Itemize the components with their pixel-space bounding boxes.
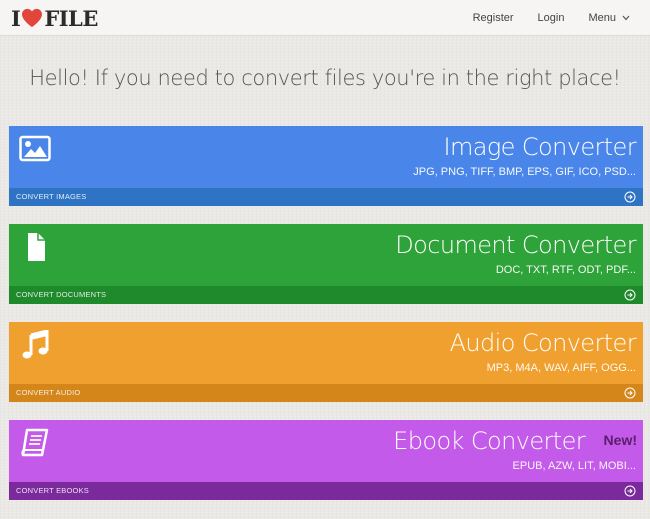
card-footer[interactable]: CONVERT IMAGES — [9, 188, 643, 206]
card-formats: JPG, PNG, TIFF, BMP, EPS, GIF, ICO, PSD.… — [413, 166, 636, 178]
card-title: Audio Converter — [449, 329, 637, 357]
card-main[interactable]: Document Converter DOC, TXT, RTF, ODT, P… — [9, 224, 643, 286]
card-formats: DOC, TXT, RTF, ODT, PDF... — [495, 264, 636, 276]
document-icon — [28, 233, 45, 261]
card-footer-label: CONVERT DOCUMENTS — [16, 290, 107, 299]
card-formats: EPUB, AZW, LIT, MOBI... — [512, 460, 636, 472]
document-converter-card[interactable]: Document Converter DOC, TXT, RTF, ODT, P… — [9, 224, 643, 304]
image-icon — [19, 135, 51, 162]
heart-icon — [22, 8, 43, 28]
card-footer-label: CONVERT IMAGES — [16, 192, 87, 201]
top-nav: Register Login Menu — [473, 12, 630, 24]
logo-suffix: FILE — [44, 5, 98, 31]
card-main[interactable]: Audio Converter MP3, M4A, WAV, AIFF, OGG… — [9, 322, 643, 384]
chevron-down-icon — [622, 15, 630, 21]
card-title: Ebook Converter — [393, 427, 585, 455]
new-badge: New! — [603, 432, 637, 448]
book-icon — [21, 428, 49, 457]
card-footer[interactable]: CONVERT EBOOKS — [9, 482, 643, 500]
site-logo[interactable]: I FILE — [11, 5, 98, 31]
image-converter-card[interactable]: Image Converter JPG, PNG, TIFF, BMP, EPS… — [9, 126, 643, 206]
card-footer[interactable]: CONVERT DOCUMENTS — [9, 286, 643, 304]
card-main[interactable]: Ebook Converter New! EPUB, AZW, LIT, MOB… — [9, 420, 643, 482]
arrow-right-circle-icon[interactable] — [624, 485, 636, 497]
logo-prefix: I — [11, 5, 21, 31]
page-headline: Hello! If you need to convert files you'… — [29, 66, 621, 90]
audio-converter-card[interactable]: Audio Converter MP3, M4A, WAV, AIFF, OGG… — [9, 322, 643, 402]
music-note-icon — [22, 330, 49, 359]
card-title: Document Converter — [395, 231, 636, 259]
card-main[interactable]: Image Converter JPG, PNG, TIFF, BMP, EPS… — [9, 126, 643, 188]
ebook-converter-card[interactable]: Ebook Converter New! EPUB, AZW, LIT, MOB… — [9, 420, 643, 500]
arrow-right-circle-icon[interactable] — [624, 387, 636, 399]
menu-label: Menu — [588, 12, 616, 24]
register-link[interactable]: Register — [473, 12, 514, 24]
top-bar: I FILE Register Login Menu — [0, 0, 650, 36]
card-footer[interactable]: CONVERT AUDIO — [9, 384, 643, 402]
card-formats: MP3, M4A, WAV, AIFF, OGG... — [486, 362, 636, 374]
menu-dropdown[interactable]: Menu — [588, 12, 630, 24]
arrow-right-circle-icon[interactable] — [624, 191, 636, 203]
card-title: Image Converter — [443, 133, 637, 161]
card-footer-label: CONVERT EBOOKS — [16, 486, 89, 495]
login-link[interactable]: Login — [538, 12, 565, 24]
arrow-right-circle-icon[interactable] — [624, 289, 636, 301]
card-footer-label: CONVERT AUDIO — [16, 388, 81, 397]
